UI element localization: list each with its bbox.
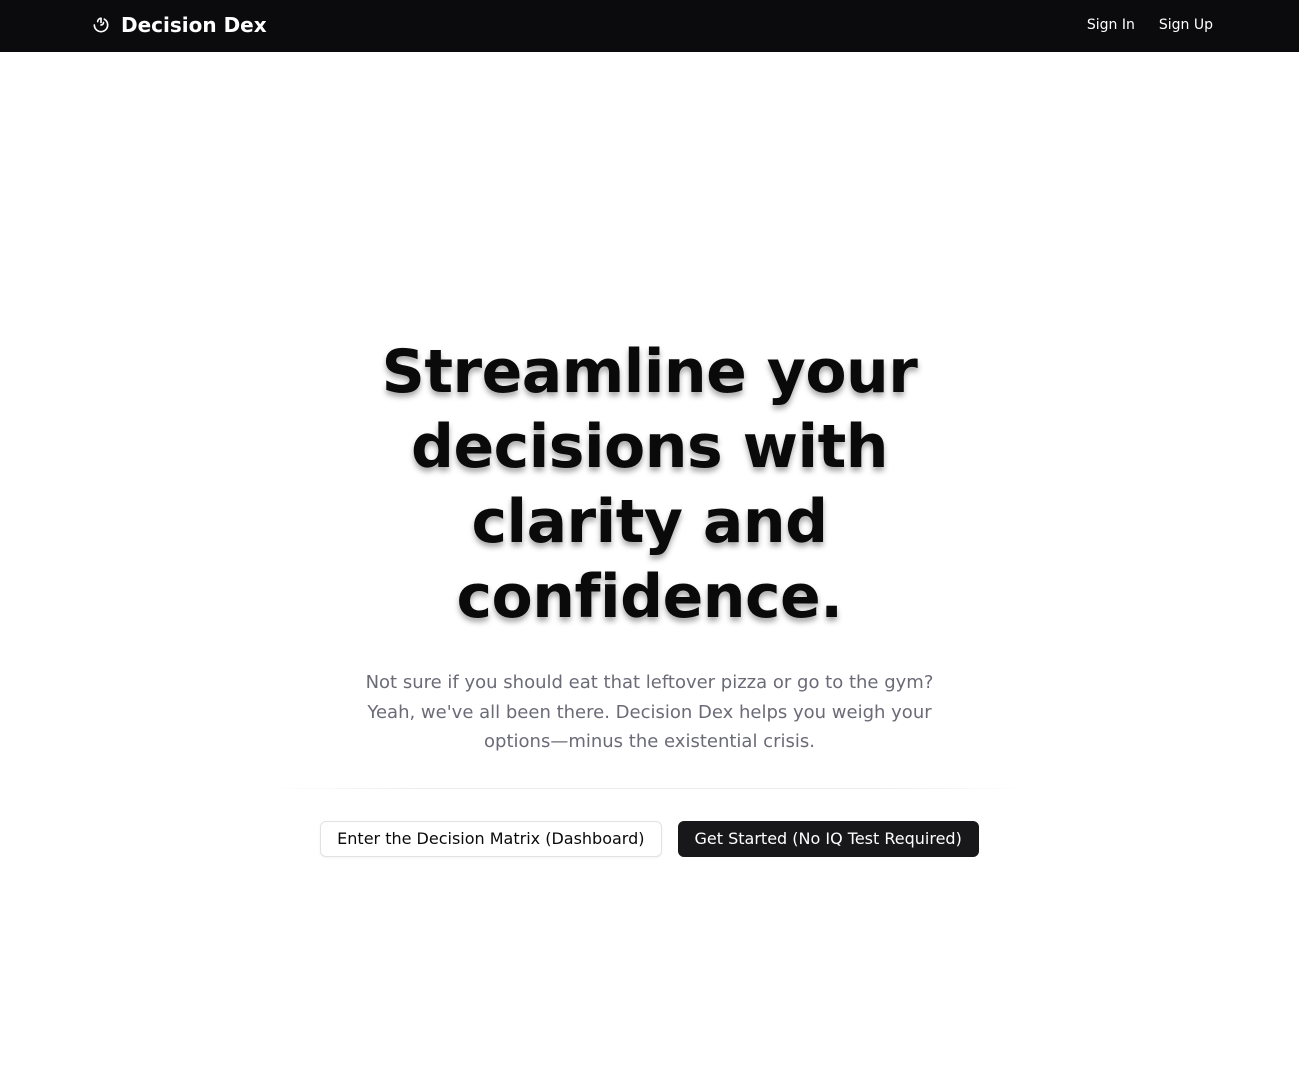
- brand-name: Decision Dex: [121, 13, 267, 37]
- hero-divider: [269, 787, 1030, 789]
- cta-button-row: Enter the Decision Matrix (Dashboard) Ge…: [0, 820, 1299, 857]
- hero-subtitle: Not sure if you should eat that leftover…: [365, 672, 934, 752]
- auth-links: Sign In Sign Up: [1087, 17, 1213, 33]
- get-started-button[interactable]: Get Started (No IQ Test Required): [677, 820, 979, 857]
- brain-icon: [91, 15, 111, 35]
- hero-section: Streamline your decisions with clarity a…: [0, 335, 1299, 857]
- dashboard-button[interactable]: Enter the Decision Matrix (Dashboard): [320, 820, 662, 857]
- top-navbar: Decision Dex Sign In Sign Up: [0, 0, 1299, 52]
- sign-in-link[interactable]: Sign In: [1087, 17, 1135, 33]
- hero-title: Streamline your decisions with clarity a…: [381, 337, 918, 632]
- sign-up-link[interactable]: Sign Up: [1159, 17, 1213, 33]
- brand-logo-link[interactable]: Decision Dex: [91, 13, 267, 37]
